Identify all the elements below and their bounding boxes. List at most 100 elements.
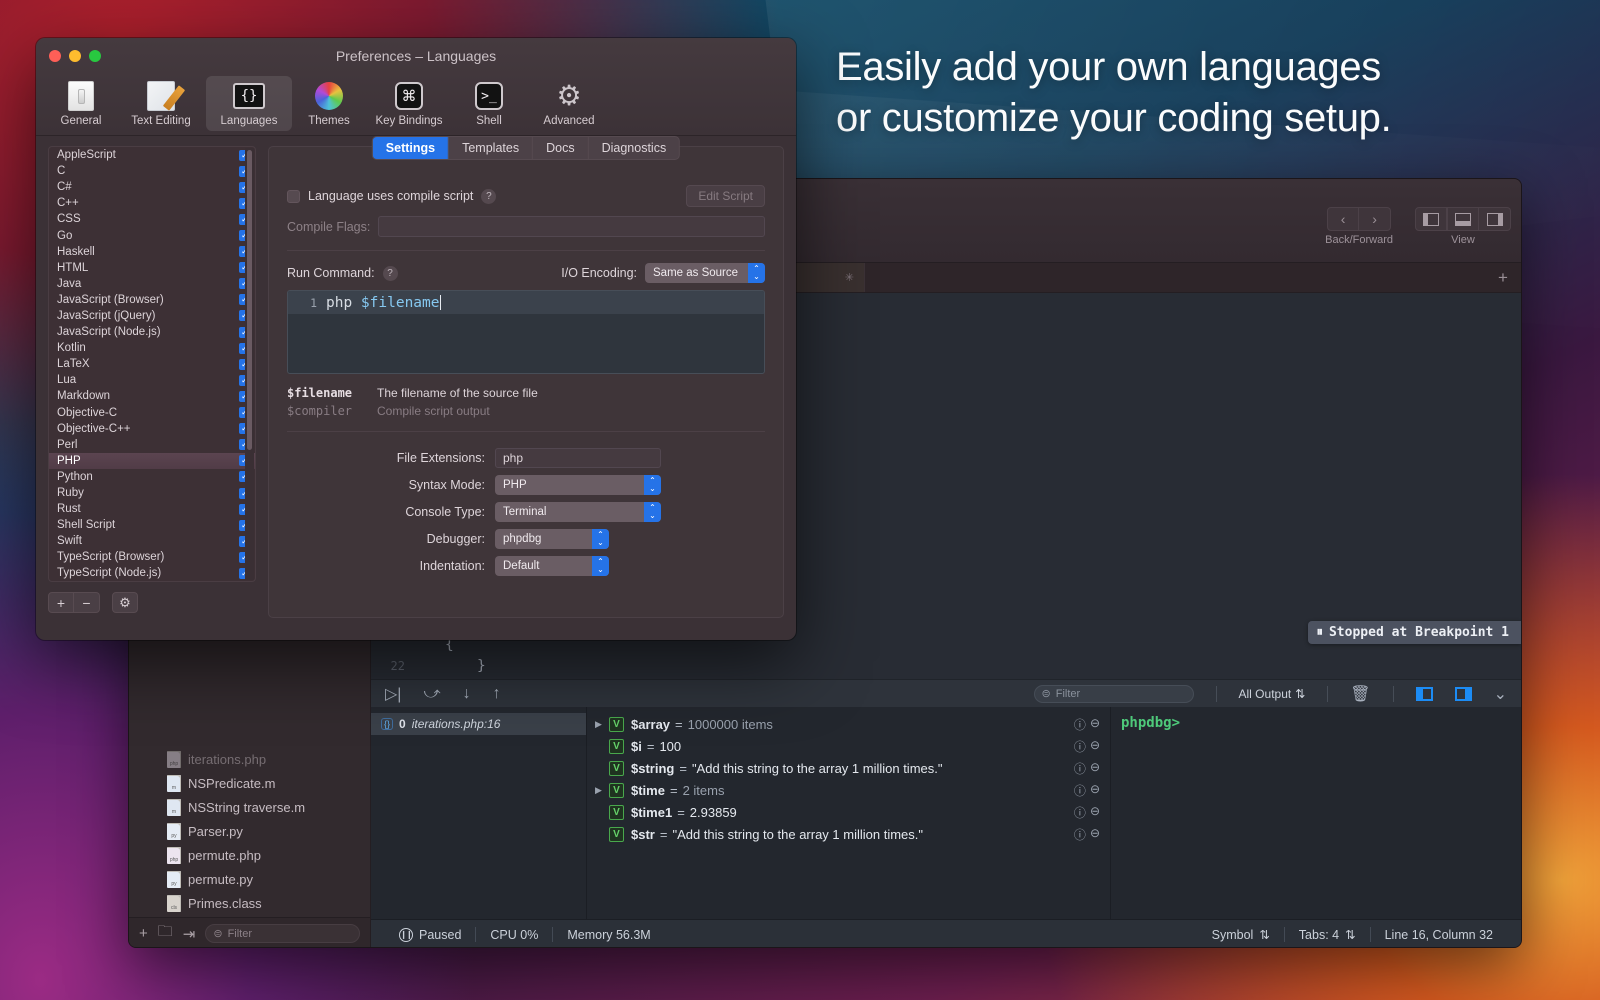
info-icon[interactable]: ⓘ [1074, 782, 1086, 799]
toolbar-item-text-editing[interactable]: Text Editing [118, 76, 204, 131]
help-icon[interactable]: ? [383, 266, 398, 281]
list-item[interactable]: php iterations.php [129, 747, 370, 771]
table-row[interactable]: V $str = "Add this string to the array 1… [587, 823, 1110, 845]
indentation-select[interactable]: Default ⌃⌄ [495, 556, 609, 576]
list-item[interactable]: C++✓ [49, 195, 255, 211]
info-icon[interactable]: ⓘ [1074, 738, 1086, 755]
file-extensions-input[interactable]: php [495, 448, 661, 468]
list-item[interactable]: Kotlin✓ [49, 340, 255, 356]
minus-circle-icon[interactable]: ⊖ [1090, 738, 1100, 755]
list-item[interactable]: Lua✓ [49, 372, 255, 388]
toggle-right-pane-button[interactable] [1479, 207, 1511, 231]
continue-icon[interactable]: ▷| [385, 684, 401, 704]
list-item[interactable]: JavaScript (Node.js)✓ [49, 324, 255, 340]
list-item[interactable]: CSS✓ [49, 211, 255, 227]
console-pane[interactable]: phpdbg> [1111, 707, 1521, 919]
back-button[interactable]: ‹ [1327, 207, 1359, 231]
list-item[interactable]: php permute.php [129, 843, 370, 867]
new-folder-icon[interactable]: 🗀 [158, 921, 173, 946]
list-item[interactable]: C✓ [49, 163, 255, 179]
new-tab-button[interactable]: + [1485, 263, 1521, 292]
list-item[interactable]: Shell Script✓ [49, 517, 255, 533]
toolbar-item-shell[interactable]: >_ Shell [454, 76, 524, 131]
list-item[interactable]: Perl✓ [49, 437, 255, 453]
list-item[interactable]: Rust✓ [49, 501, 255, 517]
debugger-select[interactable]: phpdbg ⌃⌄ [495, 529, 609, 549]
toolbar-item-languages[interactable]: {} Languages [206, 76, 292, 131]
add-file-icon[interactable]: + [139, 925, 148, 942]
syntax-mode-select[interactable]: PHP ⌃⌄ [495, 475, 661, 495]
table-row[interactable]: V $time1 = 2.93859 ⓘ⊖ [587, 801, 1110, 823]
list-item-selected-php[interactable]: PHP✓ [49, 453, 255, 469]
toggle-bottom-pane-button[interactable] [1447, 207, 1479, 231]
list-item[interactable]: Ruby✓ [49, 485, 255, 501]
stack-frame-row[interactable]: {} 0 iterations.php:16 [371, 713, 586, 735]
language-settings-gear-button[interactable]: ⚙ [112, 592, 138, 613]
run-command-editor[interactable]: 1 php $filename [287, 290, 765, 374]
symbol-selector[interactable]: Symbol ⇅ [1198, 927, 1284, 942]
step-over-icon[interactable]: ⤻ [423, 685, 440, 703]
list-item[interactable]: Go✓ [49, 227, 255, 243]
list-item[interactable]: JavaScript (jQuery)✓ [49, 308, 255, 324]
minus-circle-icon[interactable]: ⊖ [1090, 760, 1100, 777]
list-item[interactable]: TypeScript (Node.js)✓ [49, 565, 255, 581]
list-item[interactable]: LaTeX✓ [49, 356, 255, 372]
list-item[interactable]: py Parser.py [129, 819, 370, 843]
table-row[interactable]: V $i = 100 ⓘ⊖ [587, 735, 1110, 757]
minus-circle-icon[interactable]: ⊖ [1090, 804, 1100, 821]
disclosure-triangle-right-icon[interactable]: ▶ [595, 785, 609, 796]
info-icon[interactable]: ⓘ [1074, 804, 1086, 821]
toolbar-item-advanced[interactable]: ⚙ Advanced [526, 76, 612, 131]
list-item[interactable]: Objective-C++✓ [49, 421, 255, 437]
sidebar-filter-input[interactable]: ⊜ Filter [205, 924, 360, 943]
tab-diagnostics[interactable]: Diagnostics [589, 137, 680, 159]
list-item[interactable]: AppleScript✓ [49, 147, 255, 163]
toolbar-item-general[interactable]: General [46, 76, 116, 131]
list-item[interactable]: Swift✓ [49, 533, 255, 549]
tab-docs[interactable]: Docs [533, 137, 588, 159]
console-filter-input[interactable]: ⊜ Filter [1034, 685, 1194, 703]
languages-list[interactable]: AppleScript✓ C✓ C#✓ C++✓ CSS✓ Go✓ Haskel… [48, 146, 256, 582]
info-icon[interactable]: ⓘ [1074, 826, 1086, 843]
step-out-icon[interactable]: ↑ [493, 685, 501, 703]
toggle-variables-pane-button[interactable] [1416, 687, 1433, 701]
minus-circle-icon[interactable]: ⊖ [1090, 782, 1100, 799]
list-item[interactable]: m NSString traverse.m [129, 795, 370, 819]
list-item[interactable]: Haskell✓ [49, 244, 255, 260]
edit-script-button[interactable]: Edit Script [686, 185, 765, 207]
list-item[interactable]: Objective-C✓ [49, 405, 255, 421]
add-language-button[interactable]: + [48, 592, 74, 613]
table-row[interactable]: ▶ V $array = 1000000 items ⓘ⊖ [587, 713, 1110, 735]
chevron-down-icon[interactable]: ⌄ [1494, 684, 1507, 704]
disclosure-triangle-right-icon[interactable]: ▶ [595, 719, 609, 730]
list-item[interactable]: Markdown✓ [49, 388, 255, 404]
table-row[interactable]: ▶ V $time = 2 items ⓘ⊖ [587, 779, 1110, 801]
list-item[interactable]: py permute.py [129, 867, 370, 891]
toolbar-item-key-bindings[interactable]: ⌘ Key Bindings [366, 76, 452, 131]
list-item[interactable]: HTML✓ [49, 260, 255, 276]
minus-circle-icon[interactable]: ⊖ [1090, 716, 1100, 733]
minus-circle-icon[interactable]: ⊖ [1090, 826, 1100, 843]
output-selector[interactable]: All Output ⇅ [1239, 687, 1306, 701]
import-icon[interactable]: ⇥ [183, 925, 196, 943]
list-item[interactable]: cls Primes.class [129, 891, 370, 915]
languages-scrollbar[interactable] [245, 148, 254, 580]
info-icon[interactable]: ⓘ [1074, 716, 1086, 733]
compile-flags-input[interactable] [378, 216, 765, 237]
compile-script-checkbox[interactable] [287, 190, 300, 203]
list-item[interactable]: m NSPredicate.m [129, 771, 370, 795]
toggle-console-pane-button[interactable] [1455, 687, 1472, 701]
list-item[interactable]: Java✓ [49, 276, 255, 292]
tab-templates[interactable]: Templates [449, 137, 533, 159]
forward-button[interactable]: › [1359, 207, 1391, 231]
list-item[interactable]: C#✓ [49, 179, 255, 195]
table-row[interactable]: V $string = "Add this string to the arra… [587, 757, 1110, 779]
list-item[interactable]: JavaScript (Browser)✓ [49, 292, 255, 308]
console-type-select[interactable]: Terminal ⌃⌄ [495, 502, 661, 522]
remove-language-button[interactable]: − [74, 592, 100, 613]
info-icon[interactable]: ⓘ [1074, 760, 1086, 777]
toolbar-item-themes[interactable]: Themes [294, 76, 364, 131]
io-encoding-select[interactable]: Same as Source ⌃⌄ [645, 263, 765, 283]
tabs-selector[interactable]: Tabs: 4 ⇅ [1285, 927, 1370, 942]
list-item[interactable]: Python✓ [49, 469, 255, 485]
